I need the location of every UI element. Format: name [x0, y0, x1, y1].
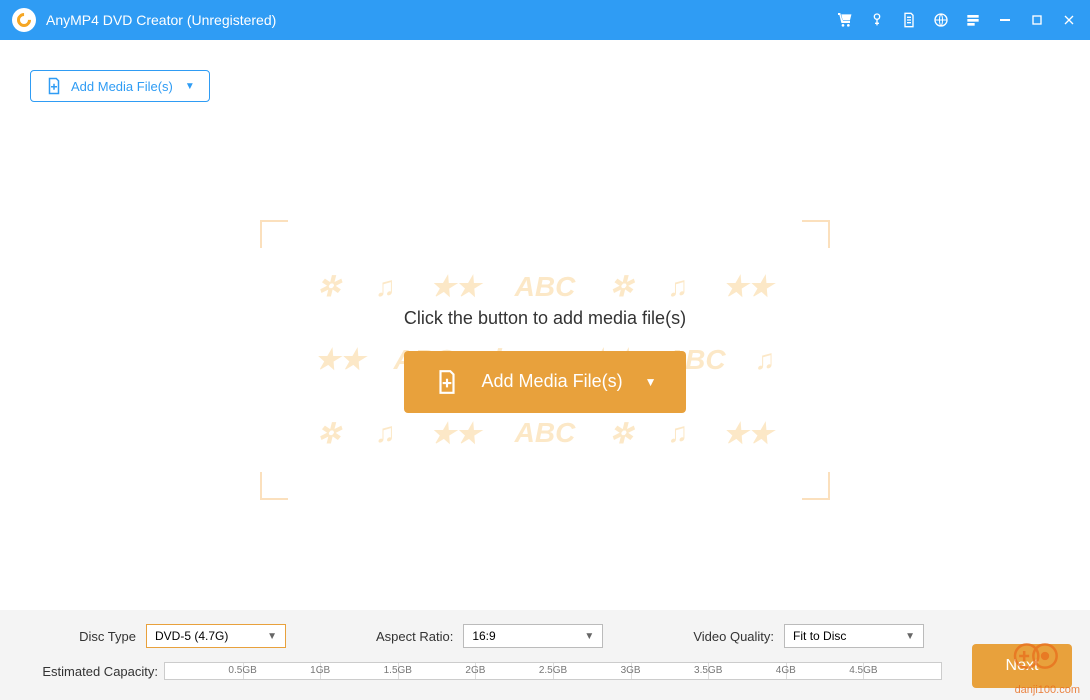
minimize-icon[interactable] [996, 11, 1014, 29]
bottom-bar: Disc Type DVD-5 (4.7G) ▼ Aspect Ratio: 1… [0, 610, 1090, 700]
add-media-button-small[interactable]: Add Media File(s) ▼ [30, 70, 210, 102]
disc-type-select[interactable]: DVD-5 (4.7G) ▼ [146, 624, 286, 648]
maximize-icon[interactable] [1028, 11, 1046, 29]
chevron-down-icon: ▼ [584, 631, 594, 642]
titlebar-actions [836, 11, 1078, 29]
video-quality-select[interactable]: Fit to Disc ▼ [784, 624, 924, 648]
dropzone: ✲ ♫ ★★ ABC ✲ ♫ ★★ ★★ ABC ✲ ♫ ★★ ABC ♫ ✲ … [260, 220, 830, 500]
capacity-tick-label: 2GB [465, 665, 485, 676]
video-quality-label: Video Quality: [693, 629, 774, 644]
key-icon[interactable] [868, 11, 886, 29]
capacity-tick-label: 4.5GB [849, 665, 877, 676]
chevron-down-icon: ▼ [645, 375, 657, 389]
add-media-button-big[interactable]: Add Media File(s) ▼ [404, 351, 687, 413]
cart-icon[interactable] [836, 11, 854, 29]
add-file-icon [434, 369, 460, 395]
capacity-bar: 0.5GB 1GB 1.5GB 2GB 2.5GB 3GB 3.5GB 4GB 4.5GB [164, 662, 942, 680]
titlebar: AnyMP4 DVD Creator (Unregistered) [0, 0, 1090, 40]
video-quality-value: Fit to Disc [793, 629, 846, 643]
dropzone-hint: Click the button to add media file(s) [404, 308, 686, 329]
aspect-ratio-value: 16:9 [472, 629, 495, 643]
close-icon[interactable] [1060, 11, 1078, 29]
watermark-logo [1010, 638, 1060, 674]
window-title: AnyMP4 DVD Creator (Unregistered) [46, 12, 276, 28]
menu-icon[interactable] [964, 11, 982, 29]
add-media-label: Add Media File(s) [71, 79, 173, 94]
document-icon[interactable] [900, 11, 918, 29]
capacity-tick-label: 1.5GB [384, 665, 412, 676]
aspect-ratio-select[interactable]: 16:9 ▼ [463, 624, 603, 648]
app-logo [12, 8, 36, 32]
chevron-down-icon: ▼ [185, 81, 195, 92]
estimated-capacity-label: Estimated Capacity: [28, 664, 158, 679]
aspect-ratio-label: Aspect Ratio: [376, 629, 453, 644]
add-file-icon [45, 77, 63, 95]
capacity-tick-label: 1GB [310, 665, 330, 676]
globe-icon[interactable] [932, 11, 950, 29]
chevron-down-icon: ▼ [905, 631, 915, 642]
capacity-tick-label: 3.5GB [694, 665, 722, 676]
watermark-text: danji100.com [1015, 684, 1080, 696]
capacity-tick-label: 2.5GB [539, 665, 567, 676]
toolbar: Add Media File(s) ▼ [0, 40, 1090, 102]
disc-type-value: DVD-5 (4.7G) [155, 629, 228, 643]
capacity-tick-label: 3GB [621, 665, 641, 676]
chevron-down-icon: ▼ [267, 631, 277, 642]
capacity-tick-label: 0.5GB [228, 665, 256, 676]
disc-type-label: Disc Type [28, 629, 136, 644]
capacity-tick-label: 4GB [776, 665, 796, 676]
add-media-label-big: Add Media File(s) [482, 371, 623, 392]
